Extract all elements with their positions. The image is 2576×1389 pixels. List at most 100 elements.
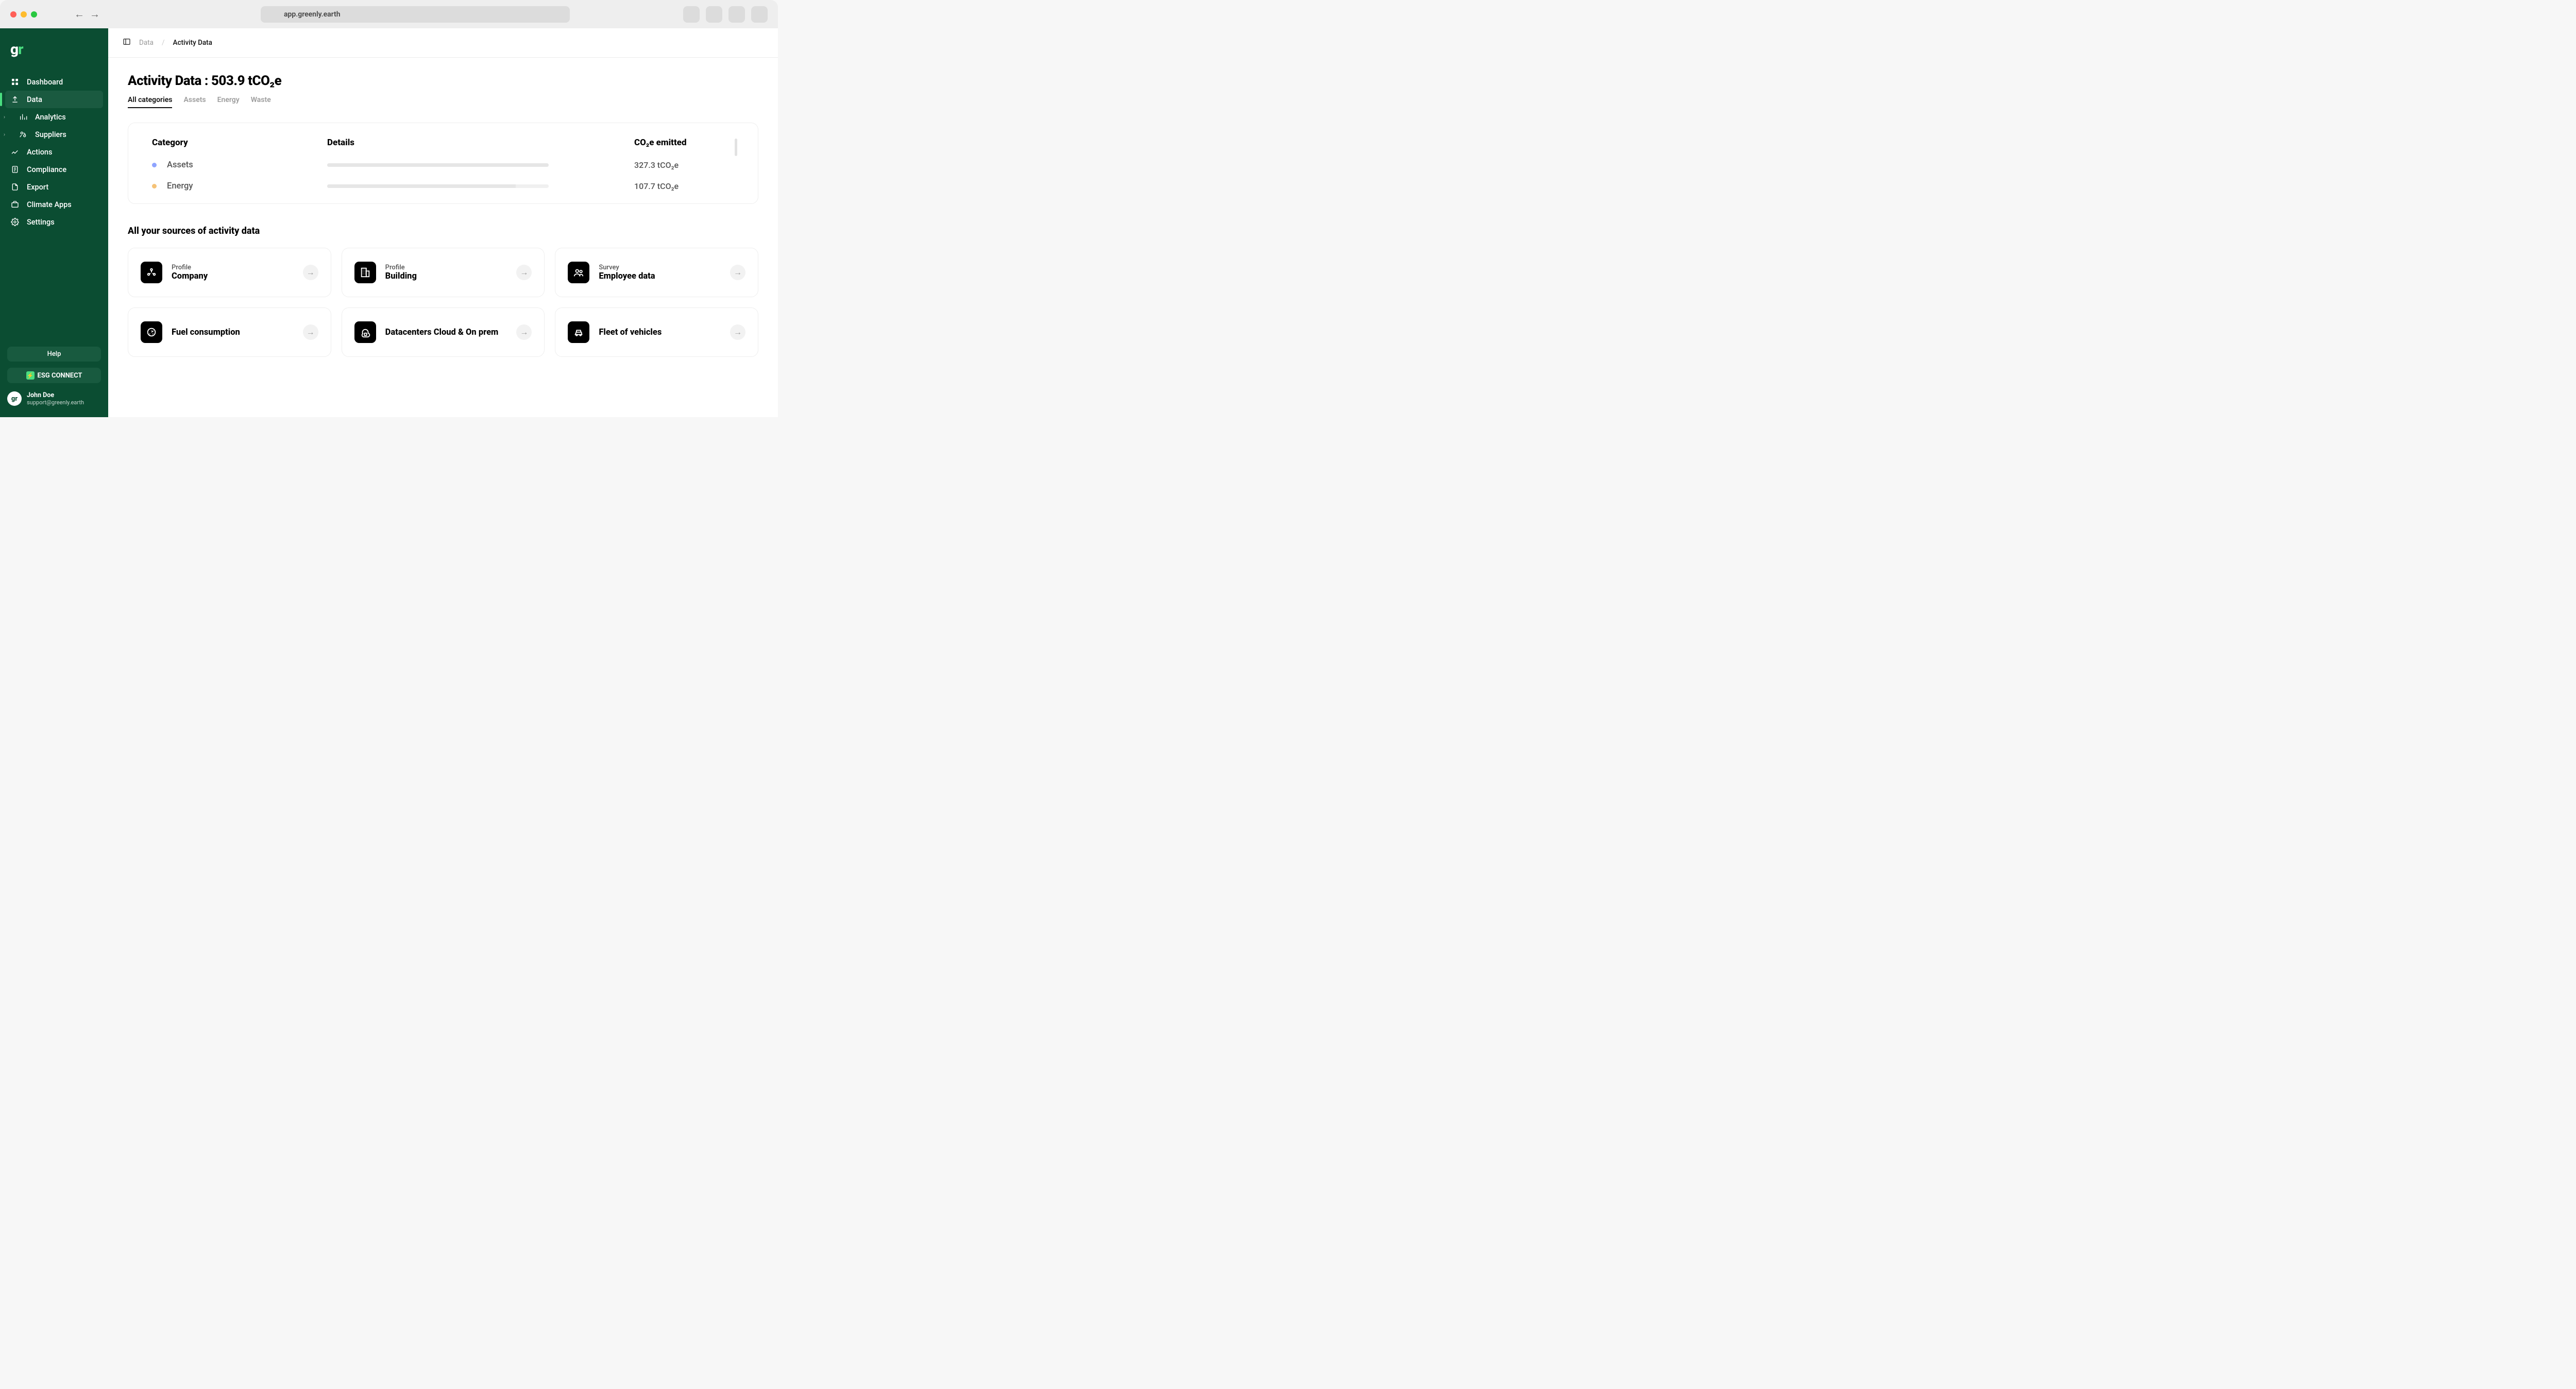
breadcrumb-root[interactable]: Data bbox=[139, 39, 154, 47]
breadcrumb: Data / Activity Data bbox=[108, 28, 778, 58]
sidebar-item-label: Compliance bbox=[27, 165, 66, 174]
source-card[interactable]: SurveyEmployee data → bbox=[555, 248, 758, 297]
chrome-extensions bbox=[683, 6, 768, 23]
source-kicker: Profile bbox=[172, 264, 208, 271]
source-title: Employee data bbox=[599, 271, 655, 281]
source-title: Company bbox=[172, 271, 208, 281]
col-emitted-head: CO₂e emitted bbox=[634, 138, 737, 148]
arrow-right-icon: → bbox=[516, 324, 532, 340]
dashboard-icon bbox=[10, 77, 20, 87]
maximize-dot[interactable] bbox=[31, 11, 37, 18]
sidebar-item-label: Dashboard bbox=[27, 78, 63, 87]
sidebar-item-compliance[interactable]: Compliance bbox=[0, 161, 108, 178]
co2e-value: 327.3 tCO₂e bbox=[634, 160, 737, 170]
chevron-right-icon: › bbox=[4, 114, 5, 120]
avatar: gr bbox=[7, 391, 22, 406]
category-dot-icon bbox=[152, 184, 157, 188]
tab-waste[interactable]: Waste bbox=[251, 96, 271, 108]
actions-icon bbox=[10, 147, 20, 157]
source-kicker: Survey bbox=[599, 264, 655, 271]
page-title: Activity Data : 503.9 tCO₂e bbox=[128, 73, 758, 89]
sources-title: All your sources of activity data bbox=[128, 226, 758, 236]
category-name: Energy bbox=[167, 181, 193, 191]
arrow-right-icon: → bbox=[730, 324, 745, 340]
breadcrumb-sep: / bbox=[162, 39, 165, 47]
sidebar-item-label: Actions bbox=[27, 148, 52, 157]
sidebar-item-label: Suppliers bbox=[35, 130, 66, 139]
panel-icon[interactable] bbox=[123, 38, 131, 48]
forward-arrow-icon[interactable]: → bbox=[89, 8, 101, 21]
source-icon bbox=[141, 262, 162, 283]
scroll-thumb[interactable] bbox=[735, 139, 737, 156]
analytics-icon bbox=[19, 112, 28, 122]
sidebar-item-dashboard[interactable]: Dashboard bbox=[0, 73, 108, 91]
user-block[interactable]: gr John Doe support@greenly.earth bbox=[0, 391, 108, 417]
source-title: Fleet of vehicles bbox=[599, 328, 662, 337]
url-bar[interactable]: app.greenly.earth bbox=[261, 6, 570, 23]
logo: gr bbox=[0, 28, 108, 73]
arrow-right-icon: → bbox=[303, 265, 318, 280]
chevron-right-icon: › bbox=[4, 132, 5, 138]
source-icon: EF bbox=[141, 321, 162, 343]
source-card[interactable]: Datacenters Cloud & On prem→ bbox=[342, 307, 545, 357]
source-icon bbox=[354, 262, 376, 283]
source-title: Building bbox=[385, 271, 417, 281]
help-button[interactable]: Help bbox=[7, 347, 101, 362]
details-bar bbox=[327, 163, 549, 167]
browser-chrome-bar: ← → app.greenly.earth bbox=[0, 0, 778, 28]
minimize-dot[interactable] bbox=[21, 11, 27, 18]
gear-icon bbox=[10, 217, 20, 227]
details-bar bbox=[327, 184, 549, 188]
esg-connect-button[interactable]: ⚡ ESG CONNECT bbox=[7, 368, 101, 383]
user-name: John Doe bbox=[27, 391, 84, 399]
source-title: Fuel consumption bbox=[172, 328, 240, 337]
source-icon bbox=[568, 262, 589, 283]
source-icon bbox=[568, 321, 589, 343]
back-arrow-icon[interactable]: ← bbox=[73, 8, 86, 21]
sidebar-item-label: Climate Apps bbox=[27, 200, 72, 209]
export-icon bbox=[10, 182, 20, 192]
sidebar-item-label: Analytics bbox=[35, 113, 66, 122]
source-kicker: Profile bbox=[385, 264, 417, 271]
arrow-right-icon: → bbox=[303, 324, 318, 340]
summary-card: Category Details CO₂e emitted Assets 327.… bbox=[128, 123, 758, 204]
sidebar-item-label: Export bbox=[27, 183, 48, 192]
source-icon bbox=[354, 321, 376, 343]
sidebar-item-data[interactable]: Data bbox=[5, 91, 103, 108]
tab-assets[interactable]: Assets bbox=[183, 96, 206, 108]
sidebar-item-export[interactable]: Export bbox=[0, 178, 108, 196]
summary-row[interactable]: Assets 327.3 tCO₂e bbox=[152, 160, 737, 170]
window-controls bbox=[10, 11, 37, 18]
category-name: Assets bbox=[167, 160, 193, 170]
upload-icon bbox=[10, 95, 20, 104]
sidebar: gr Dashboard Data › Analytics bbox=[0, 28, 108, 417]
source-card[interactable]: ProfileBuilding → bbox=[342, 248, 545, 297]
source-card[interactable]: Fleet of vehicles → bbox=[555, 307, 758, 357]
col-details-head: Details bbox=[327, 138, 634, 148]
summary-row[interactable]: Energy 107.7 tCO₂e bbox=[152, 181, 737, 191]
sidebar-item-label: Settings bbox=[27, 218, 55, 227]
user-email: support@greenly.earth bbox=[27, 399, 84, 406]
category-dot-icon bbox=[152, 163, 157, 167]
compliance-icon bbox=[10, 165, 20, 174]
sidebar-item-label: Data bbox=[27, 95, 42, 104]
source-card[interactable]: ProfileCompany → bbox=[128, 248, 331, 297]
category-tabs: All categories Assets Energy Waste bbox=[128, 96, 758, 108]
sidebar-item-climate-apps[interactable]: Climate Apps bbox=[0, 196, 108, 213]
sidebar-item-actions[interactable]: Actions bbox=[0, 143, 108, 161]
arrow-right-icon: → bbox=[730, 265, 745, 280]
co2e-value: 107.7 tCO₂e bbox=[634, 181, 737, 191]
col-category-head: Category bbox=[152, 138, 327, 148]
tab-energy[interactable]: Energy bbox=[217, 96, 240, 108]
close-dot[interactable] bbox=[10, 11, 16, 18]
sidebar-item-analytics[interactable]: › Analytics bbox=[0, 108, 108, 126]
apps-icon bbox=[10, 200, 20, 209]
sidebar-item-suppliers[interactable]: › Suppliers bbox=[0, 126, 108, 143]
suppliers-icon bbox=[19, 130, 28, 139]
tab-all-categories[interactable]: All categories bbox=[128, 96, 172, 108]
svg-text:E: E bbox=[149, 333, 150, 336]
arrow-right-icon: → bbox=[516, 265, 532, 280]
breadcrumb-current: Activity Data bbox=[173, 39, 212, 47]
sidebar-item-settings[interactable]: Settings bbox=[0, 213, 108, 231]
source-card[interactable]: EF Fuel consumption → bbox=[128, 307, 331, 357]
